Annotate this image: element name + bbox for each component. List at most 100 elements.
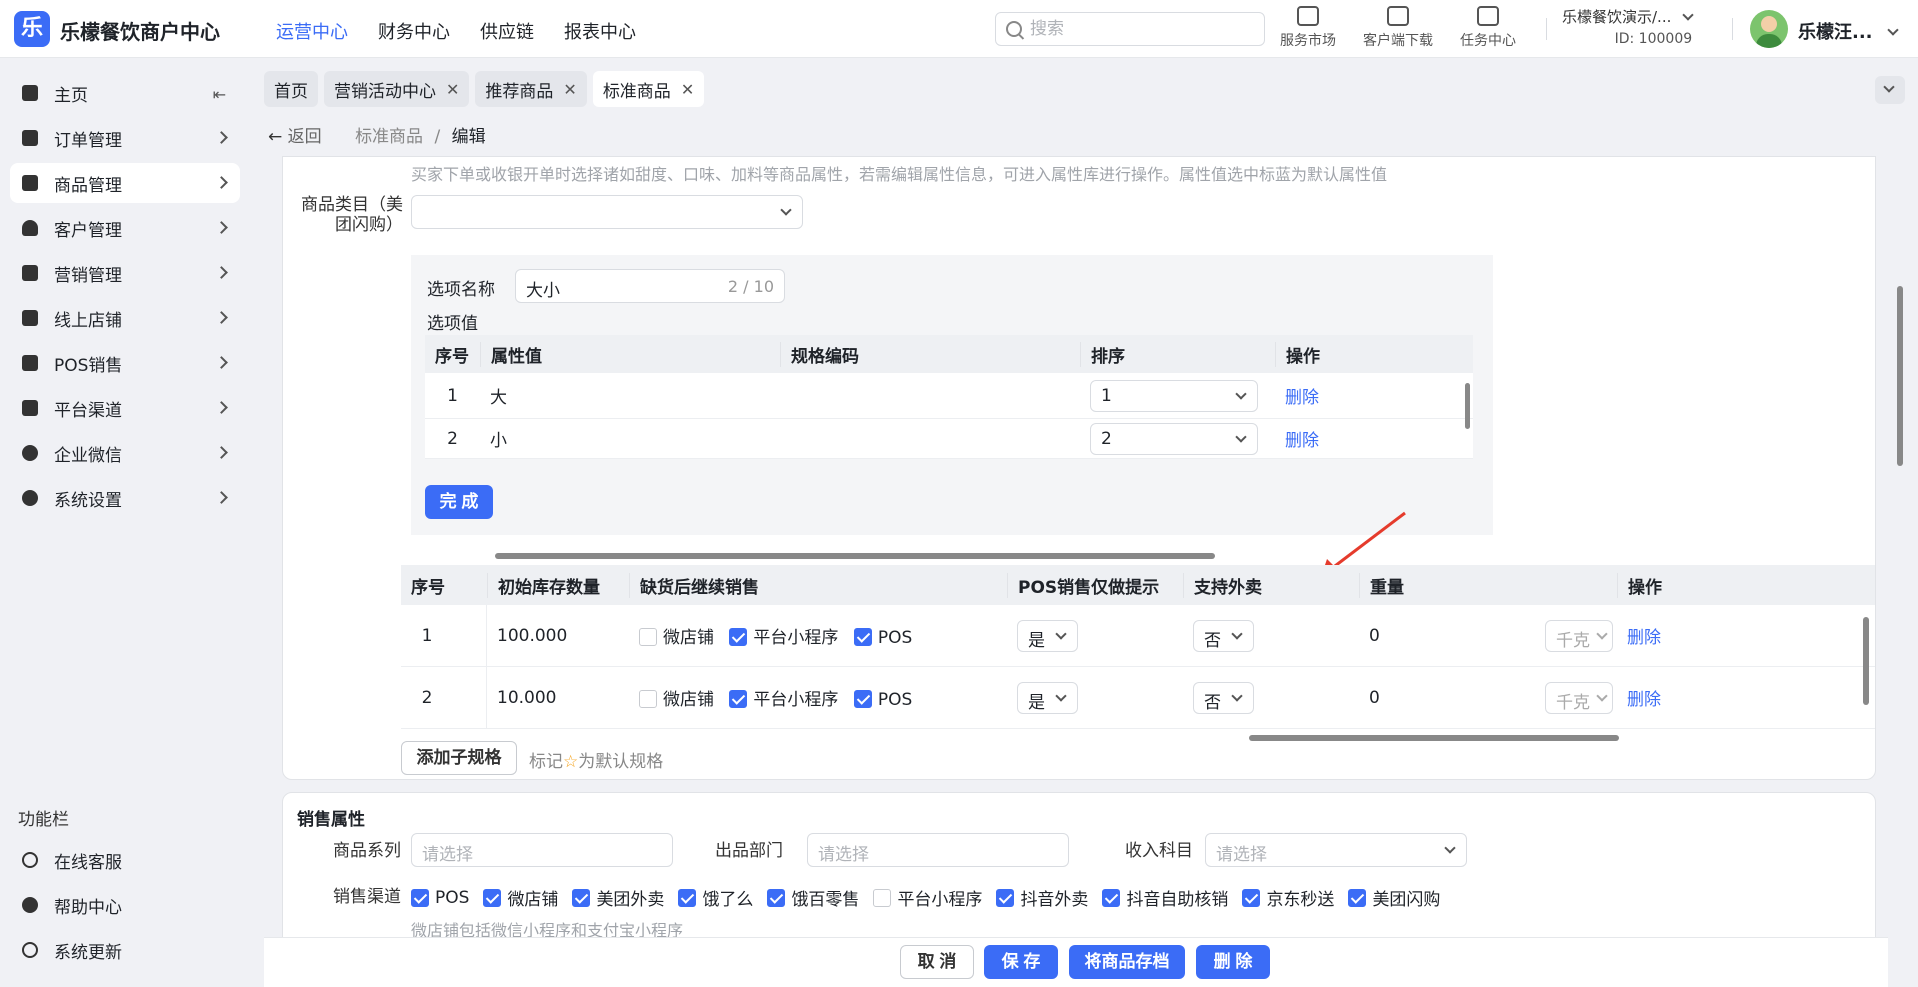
sidebar-item-wecom[interactable]: 企业微信 bbox=[10, 433, 240, 473]
channel-douyin-takeout[interactable]: 抖音外卖 bbox=[996, 885, 1088, 910]
breadcrumb-parent[interactable]: 标准商品 bbox=[355, 127, 423, 147]
option-name-label: 选项名称 bbox=[427, 280, 495, 300]
sidebar-item-online-support[interactable]: 在线客服 bbox=[10, 840, 240, 880]
channel-pos[interactable]: POS bbox=[411, 885, 469, 910]
close-icon[interactable]: ✕ bbox=[446, 80, 459, 99]
delete-link[interactable]: 删除 bbox=[1627, 690, 1661, 710]
horizontal-scrollbar[interactable] bbox=[1249, 735, 1619, 741]
sidebar-item-help[interactable]: 帮助中心 bbox=[10, 885, 240, 925]
attr-value[interactable]: 大 bbox=[480, 383, 780, 408]
takeout-select[interactable]: 否 bbox=[1193, 619, 1254, 652]
horizontal-scrollbar[interactable] bbox=[495, 553, 1215, 559]
save-button[interactable]: 保 存 bbox=[984, 945, 1058, 979]
initial-stock[interactable]: 10.000 bbox=[487, 688, 629, 708]
initial-stock[interactable]: 100.000 bbox=[487, 626, 629, 646]
add-sub-spec-button[interactable]: 添加子规格 bbox=[401, 741, 517, 775]
store-switcher[interactable]: 乐檬餐饮演示/... ID: 100009 bbox=[1562, 6, 1694, 47]
dept-input[interactable]: 请选择 bbox=[807, 833, 1069, 867]
tab-recommended-products[interactable]: 推荐商品 ✕ bbox=[475, 71, 587, 107]
channel-meituan-flash[interactable]: 美团闪购 bbox=[1348, 885, 1440, 910]
pos-tip-select[interactable]: 是 bbox=[1017, 681, 1078, 714]
checkbox-weidianpu[interactable] bbox=[639, 690, 657, 708]
search-box[interactable] bbox=[995, 12, 1265, 46]
checkbox-miniprogram[interactable] bbox=[729, 690, 748, 708]
channel-meituan[interactable]: 美团外卖 bbox=[572, 885, 664, 910]
cancel-button[interactable]: 取 消 bbox=[900, 945, 974, 979]
sidebar-item-orders[interactable]: 订单管理 bbox=[10, 118, 240, 158]
sort-select[interactable]: 1 bbox=[1090, 379, 1258, 412]
sidebar-item-online-store[interactable]: 线上店铺 bbox=[10, 298, 240, 338]
delete-link[interactable]: 删除 bbox=[1285, 431, 1319, 451]
delete-link[interactable]: 删除 bbox=[1285, 388, 1319, 408]
checkbox-weidianpu[interactable] bbox=[639, 628, 657, 646]
done-button[interactable]: 完 成 bbox=[425, 485, 493, 519]
topnav-reports[interactable]: 报表中心 bbox=[564, 18, 636, 44]
attr-value[interactable]: 小 bbox=[480, 426, 780, 451]
search-input[interactable] bbox=[1030, 18, 1255, 40]
checkbox[interactable] bbox=[873, 888, 892, 907]
checkbox[interactable] bbox=[411, 888, 429, 907]
checkbox[interactable] bbox=[483, 888, 502, 907]
topnav-finance[interactable]: 财务中心 bbox=[378, 18, 450, 44]
tool-task-center[interactable]: 任务中心 bbox=[1460, 6, 1516, 50]
tabs-dropdown-button[interactable] bbox=[1875, 76, 1905, 104]
vertical-scrollbar[interactable] bbox=[1465, 383, 1470, 429]
sidebar-item-home[interactable]: 主页 ⇤ bbox=[10, 73, 240, 113]
tool-service-market[interactable]: 服务市场 bbox=[1280, 6, 1336, 50]
checkbox[interactable] bbox=[1242, 888, 1261, 907]
page-scrollbar[interactable] bbox=[1894, 156, 1906, 926]
back-link[interactable]: ← 返回 bbox=[268, 127, 322, 147]
income-select[interactable]: 请选择 bbox=[1205, 833, 1467, 867]
checkbox[interactable] bbox=[767, 888, 786, 907]
channel-ebai-retail[interactable]: 饿百零售 bbox=[767, 885, 859, 910]
checkbox[interactable] bbox=[572, 888, 591, 907]
sort-select[interactable]: 2 bbox=[1090, 422, 1258, 455]
channel-miniprogram[interactable]: 平台小程序 bbox=[873, 885, 982, 910]
channel-jd[interactable]: 京东秒送 bbox=[1242, 885, 1334, 910]
checkbox-pos[interactable] bbox=[853, 690, 872, 708]
sidebar-item-customers[interactable]: 客户管理 bbox=[10, 208, 240, 248]
sidebar-item-marketing[interactable]: 营销管理 bbox=[10, 253, 240, 293]
tool-client-download[interactable]: 客户端下载 bbox=[1363, 6, 1433, 50]
series-input[interactable]: 请选择 bbox=[411, 833, 673, 867]
checkbox-pos[interactable] bbox=[853, 628, 872, 646]
vertical-scrollbar[interactable] bbox=[1863, 617, 1869, 705]
sidebar-item-pos-sales[interactable]: POS销售 bbox=[10, 343, 240, 383]
sidebar-item-update[interactable]: 系统更新 bbox=[10, 930, 240, 970]
unit-select[interactable]: 千克 bbox=[1545, 681, 1613, 714]
sidebar-item-settings[interactable]: 系统设置 bbox=[10, 478, 240, 518]
weight-value[interactable]: 0 bbox=[1359, 688, 1535, 708]
checkbox[interactable] bbox=[996, 888, 1015, 907]
checkbox-miniprogram[interactable] bbox=[729, 628, 748, 646]
tab-home[interactable]: 首页 bbox=[264, 71, 318, 107]
page-scrollbar-thumb[interactable] bbox=[1897, 286, 1903, 466]
takeout-select[interactable]: 否 bbox=[1193, 681, 1254, 714]
checkbox[interactable] bbox=[1102, 888, 1121, 907]
close-icon[interactable]: ✕ bbox=[681, 80, 694, 99]
topnav-operations[interactable]: 运营中心 bbox=[276, 18, 348, 44]
option-name-input[interactable]: 大小 2 / 10 bbox=[515, 269, 785, 303]
sidebar-item-platform-channels[interactable]: 平台渠道 bbox=[10, 388, 240, 428]
star-icon: ☆ bbox=[563, 752, 579, 772]
weight-value[interactable]: 0 bbox=[1359, 626, 1535, 646]
sidebar-item-products[interactable]: 商品管理 bbox=[10, 163, 240, 203]
topnav-supply-chain[interactable]: 供应链 bbox=[480, 18, 534, 44]
unit-select[interactable]: 千克 bbox=[1545, 619, 1613, 652]
channel-douyin-selfcheck[interactable]: 抖音自助核销 bbox=[1102, 885, 1228, 910]
checkbox[interactable] bbox=[1348, 888, 1367, 907]
tab-marketing-center[interactable]: 营销活动中心 ✕ bbox=[324, 71, 470, 107]
channel-weidianpu[interactable]: 微店铺 bbox=[483, 885, 558, 910]
delete-button[interactable]: 删 除 bbox=[1196, 945, 1270, 979]
close-icon[interactable]: ✕ bbox=[563, 80, 576, 99]
user-menu[interactable]: 乐檬汪... bbox=[1798, 18, 1899, 44]
checkbox[interactable] bbox=[678, 888, 697, 907]
category-select[interactable] bbox=[411, 195, 803, 229]
pos-tip-select[interactable]: 是 bbox=[1017, 619, 1078, 652]
channel-eleme[interactable]: 饿了么 bbox=[678, 885, 753, 910]
avatar[interactable] bbox=[1750, 10, 1788, 48]
chevron-down-icon bbox=[1887, 24, 1899, 36]
archive-button[interactable]: 将商品存档 bbox=[1069, 945, 1185, 979]
delete-link[interactable]: 删除 bbox=[1627, 628, 1661, 648]
collapse-sidebar-icon[interactable]: ⇤ bbox=[213, 85, 226, 104]
tab-standard-products[interactable]: 标准商品 ✕ bbox=[592, 71, 705, 107]
